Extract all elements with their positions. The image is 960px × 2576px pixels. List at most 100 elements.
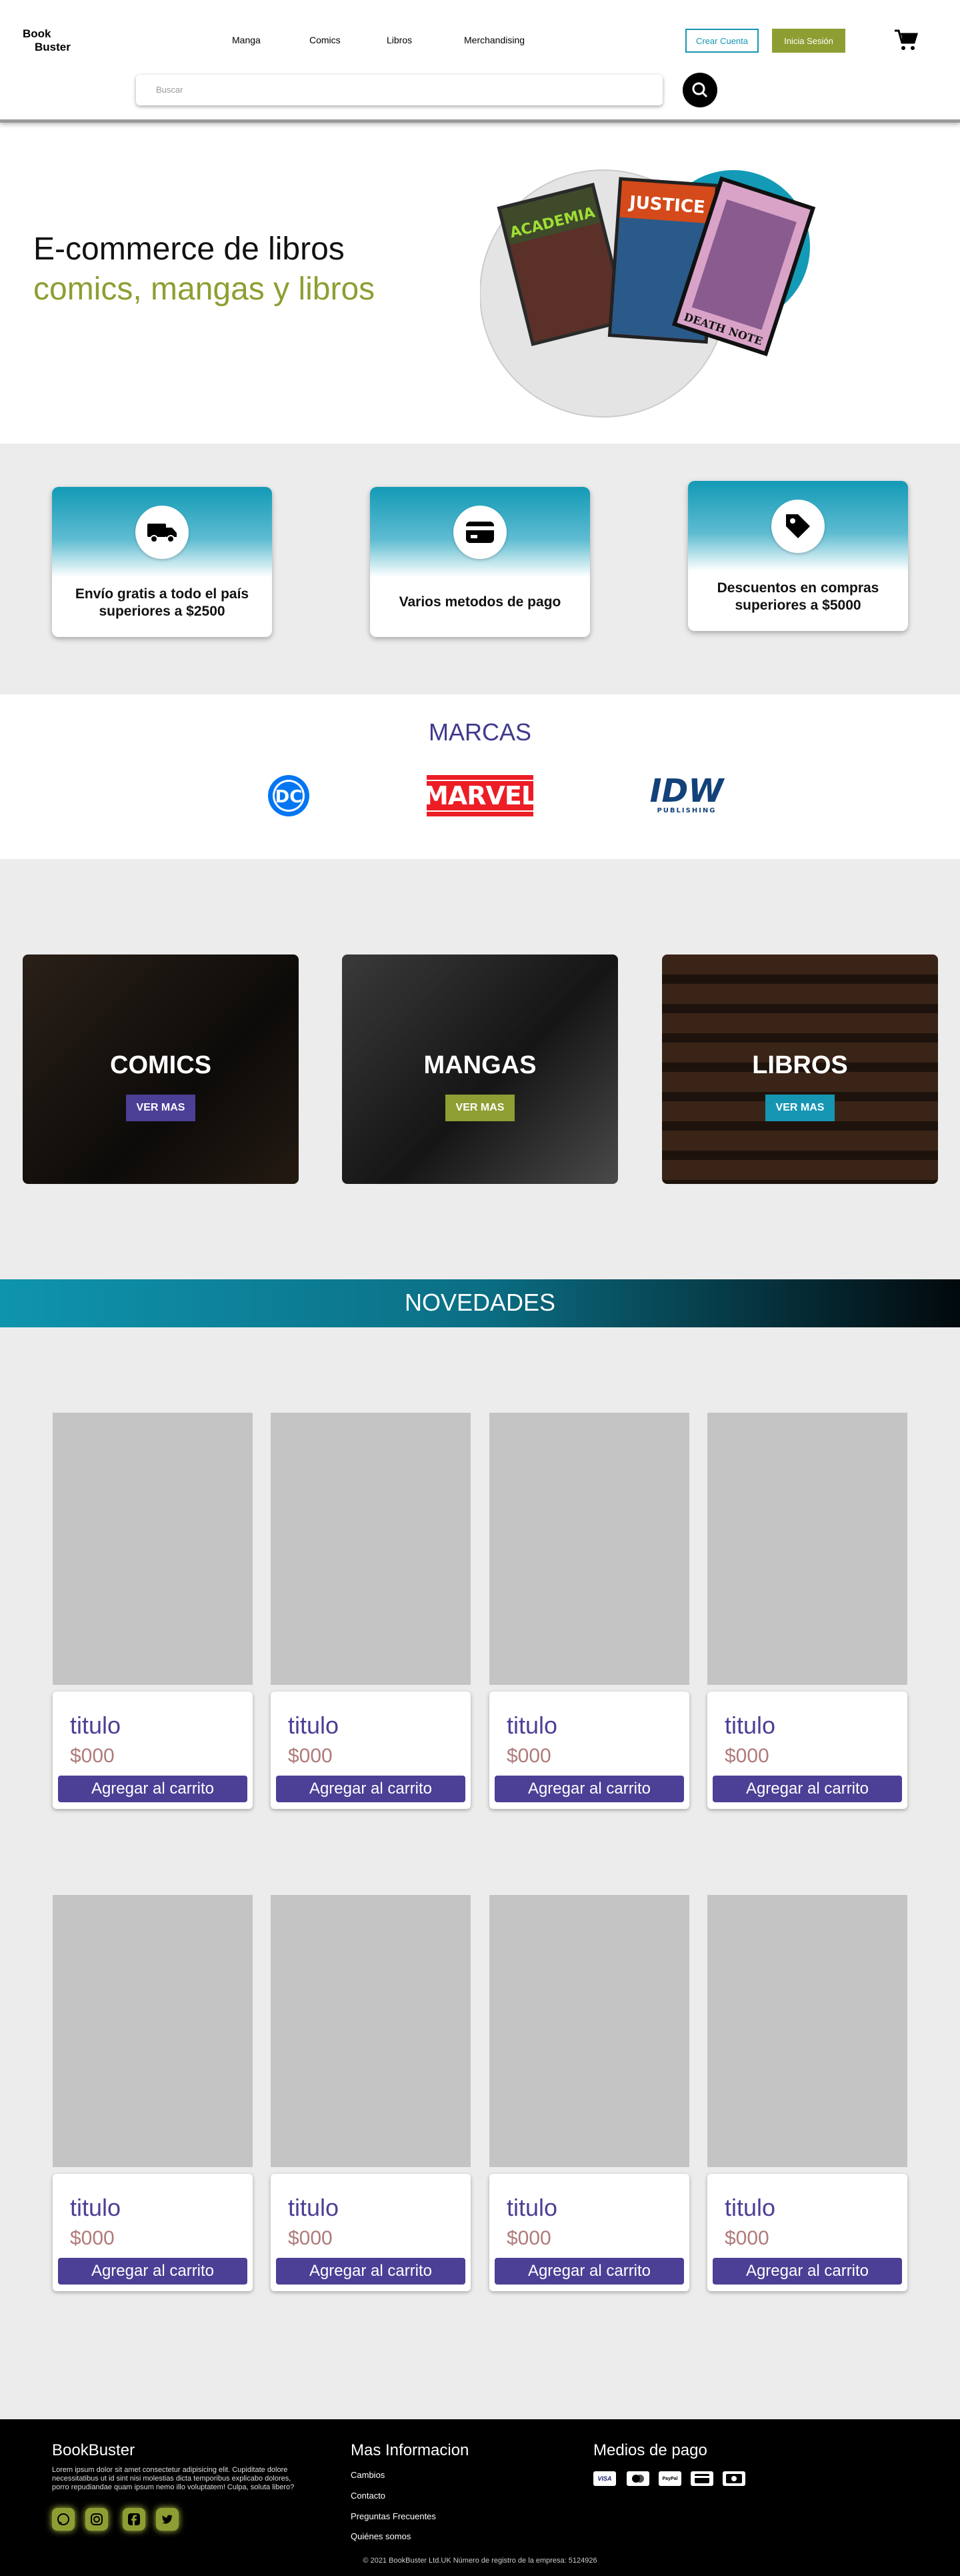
add-to-cart-button[interactable]: Agregar al carrito (58, 1776, 247, 1802)
feature-text: Envío gratis a todo el país superiores a… (75, 586, 249, 619)
product-title[interactable]: titulo (507, 1712, 557, 1740)
twitter-icon[interactable] (156, 2508, 179, 2531)
products-grid: titulo $000 Agregar al carrito titulo $0… (0, 1327, 960, 2419)
footer-brand: BookBuster (52, 2441, 135, 2459)
product-title[interactable]: titulo (507, 2194, 557, 2222)
search-button[interactable] (683, 73, 717, 107)
product-card[interactable]: titulo $000 Agregar al carrito (271, 1413, 471, 1812)
product-title[interactable]: titulo (725, 1712, 775, 1740)
category-name: MANGAS (423, 1051, 537, 1079)
create-account-button[interactable]: Crear Cuenta (685, 29, 759, 53)
product-title[interactable]: titulo (70, 1712, 121, 1740)
footer-link-about[interactable]: Quiénes somos (351, 2531, 411, 2541)
add-to-cart-button[interactable]: Agregar al carrito (495, 2258, 684, 2285)
category-card-mangas[interactable]: MANGAS VER MAS (342, 954, 618, 1184)
add-to-cart-button[interactable]: Agregar al carrito (58, 2258, 247, 2285)
product-card[interactable]: titulo $000 Agregar al carrito (489, 1413, 689, 1812)
hero-subtitle: comics, mangas y libros (33, 271, 375, 307)
truck-icon (135, 506, 189, 559)
category-card-libros[interactable]: LIBROS VER MAS (662, 954, 938, 1184)
add-to-cart-button[interactable]: Agregar al carrito (713, 1776, 902, 1802)
dc-logo[interactable]: DC (267, 774, 311, 818)
logo-line1: Book (23, 27, 51, 40)
product-card[interactable]: titulo $000 Agregar al carrito (53, 1413, 253, 1812)
feature-card-discount: Descuentos en compras superiores a $5000 (688, 481, 908, 631)
product-price: $000 (70, 1745, 115, 1767)
cash-icon (723, 2471, 745, 2486)
whatsapp-icon[interactable] (52, 2508, 75, 2531)
product-title[interactable]: titulo (725, 2194, 775, 2222)
idw-logo[interactable]: IDW PUBLISHING (645, 775, 728, 816)
paypal-icon: PayPal (659, 2471, 681, 2486)
feature-text: Varios metodos de pago (399, 594, 561, 610)
add-to-cart-button[interactable]: Agregar al carrito (495, 1776, 684, 1802)
product-image[interactable] (271, 1895, 471, 2167)
nav-merchandising[interactable]: Merchandising (464, 35, 525, 45)
login-button[interactable]: Inicia Sesión (772, 29, 845, 53)
facebook-icon[interactable] (123, 2508, 145, 2531)
payments-title: Medios de pago (593, 2441, 707, 2459)
nav-libros[interactable]: Libros (387, 35, 412, 45)
product-info: titulo $000 Agregar al carrito (271, 1692, 471, 1809)
product-card[interactable]: titulo $000 Agregar al carrito (489, 1895, 689, 2294)
product-info: titulo $000 Agregar al carrito (707, 2174, 907, 2291)
footer-link-cambios[interactable]: Cambios (351, 2470, 385, 2480)
nav-manga[interactable]: Manga (232, 35, 261, 45)
product-info: titulo $000 Agregar al carrito (271, 2174, 471, 2291)
cart-icon[interactable] (893, 28, 919, 52)
product-image[interactable] (53, 1895, 253, 2167)
site-footer: BookBuster Lorem ipsum dolor sit amet co… (0, 2419, 960, 2576)
product-card[interactable]: titulo $000 Agregar al carrito (707, 1413, 907, 1812)
categories-section: COMICS VER MAS MANGAS VER MAS LIBROS VER… (0, 859, 960, 1279)
copyright: © 2021 BookBuster Ltd.UK Número de regis… (363, 2557, 597, 2565)
product-price: $000 (70, 2227, 115, 2249)
logo[interactable]: Book Buster (23, 27, 89, 59)
product-price: $000 (507, 2227, 551, 2249)
novedades-banner: NOVEDADES (0, 1279, 960, 1327)
product-image[interactable] (707, 1895, 907, 2167)
view-more-button[interactable]: VER MAS (765, 1095, 835, 1121)
instagram-icon[interactable] (85, 2508, 108, 2531)
product-price: $000 (507, 1745, 551, 1767)
add-to-cart-button[interactable]: Agregar al carrito (713, 2258, 902, 2285)
feature-text: Descuentos en compras superiores a $5000 (717, 580, 879, 613)
category-name: COMICS (110, 1051, 211, 1079)
product-image[interactable] (489, 1895, 689, 2167)
add-to-cart-button[interactable]: Agregar al carrito (276, 2258, 465, 2285)
hero-comics-illustration: ACADEMIA JUSTICE DEATH NOTE (480, 169, 816, 418)
product-title[interactable]: titulo (288, 1712, 339, 1740)
product-card[interactable]: titulo $000 Agregar al carrito (271, 1895, 471, 2294)
logo-line2: Buster (35, 41, 71, 53)
marvel-logo[interactable]: MARVEL (417, 775, 543, 816)
footer-link-faq[interactable]: Preguntas Frecuentes (351, 2511, 436, 2521)
add-to-cart-button[interactable]: Agregar al carrito (276, 1776, 465, 1802)
brands-title: MARCAS (428, 718, 532, 746)
hero-title: E-commerce de libros (33, 231, 345, 267)
product-price: $000 (288, 2227, 333, 2249)
search-placeholder: Buscar (156, 85, 183, 95)
features-section: Envío gratis a todo el país superiores a… (0, 444, 960, 694)
product-info: titulo $000 Agregar al carrito (707, 1692, 907, 1809)
product-image[interactable] (489, 1413, 689, 1685)
product-title[interactable]: titulo (70, 2194, 121, 2222)
search-input[interactable]: Buscar (136, 75, 663, 105)
mastercard-icon (627, 2471, 649, 2486)
product-image[interactable] (271, 1413, 471, 1685)
nav-comics[interactable]: Comics (309, 35, 341, 45)
product-title[interactable]: titulo (288, 2194, 339, 2222)
view-more-button[interactable]: VER MAS (445, 1095, 515, 1121)
info-title: Mas Informacion (351, 2441, 469, 2459)
product-card[interactable]: titulo $000 Agregar al carrito (707, 1895, 907, 2294)
product-card[interactable]: titulo $000 Agregar al carrito (53, 1895, 253, 2294)
credit-card-icon (453, 506, 507, 559)
card-icon (691, 2471, 713, 2486)
visa-icon: VISA (593, 2471, 616, 2486)
footer-link-contacto[interactable]: Contacto (351, 2491, 385, 2501)
search-icon (692, 82, 708, 98)
product-image[interactable] (707, 1413, 907, 1685)
feature-card-payment: Varios metodos de pago (370, 487, 590, 637)
category-card-comics[interactable]: COMICS VER MAS (23, 954, 299, 1184)
feature-card-shipping: Envío gratis a todo el país superiores a… (52, 487, 272, 637)
view-more-button[interactable]: VER MAS (126, 1095, 195, 1121)
product-image[interactable] (53, 1413, 253, 1685)
